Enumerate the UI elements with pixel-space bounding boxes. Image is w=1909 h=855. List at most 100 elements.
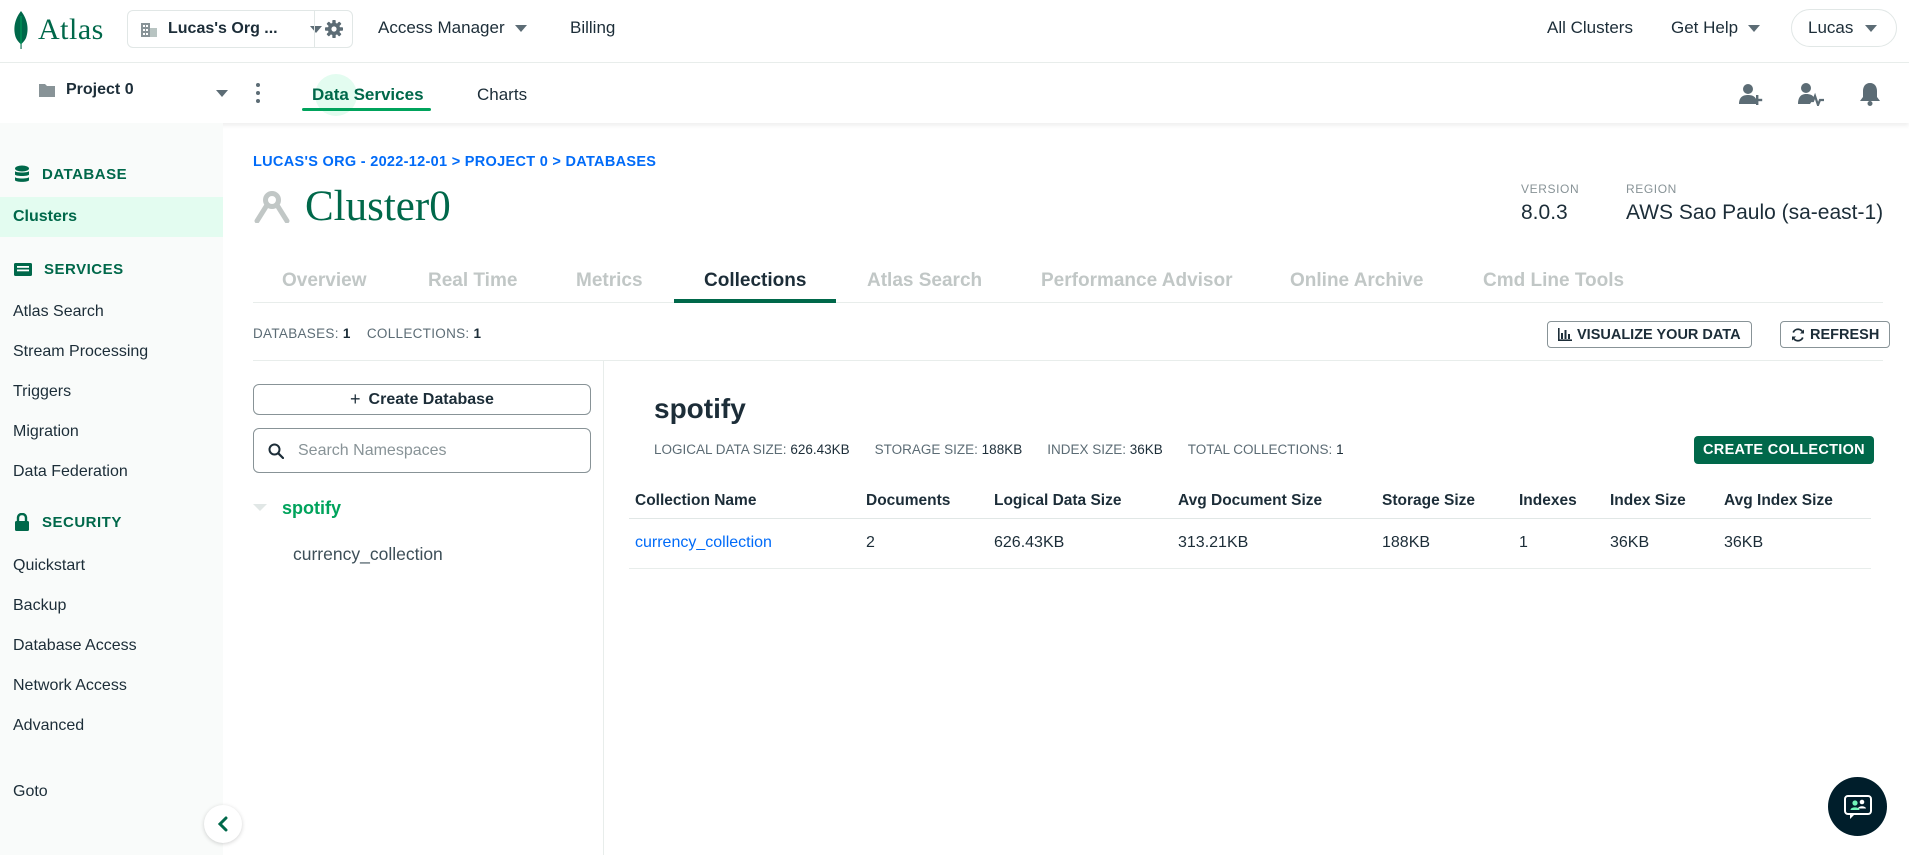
add-user-icon[interactable] [1739, 82, 1763, 106]
search-namespaces-input[interactable] [298, 441, 578, 460]
sidebar-security-header: SECURITY [42, 513, 122, 531]
col-header-documents[interactable]: Documents [860, 484, 988, 519]
sidebar-item-clusters[interactable]: Clusters [0, 197, 223, 237]
stat-label: TOTAL COLLECTIONS: [1187, 442, 1333, 457]
cell-documents: 2 [860, 518, 988, 569]
stat-logical-size: LOGICAL DATA SIZE: 626.43KB [654, 442, 850, 457]
col-header-storage-size[interactable]: Storage Size [1376, 484, 1513, 519]
sidebar-item-migration[interactable]: Migration [13, 423, 79, 441]
col-header-collection-name[interactable]: Collection Name [629, 484, 860, 519]
create-database-button[interactable]: + Create Database [253, 384, 591, 415]
tab-atlas-search[interactable]: Atlas Search [867, 270, 982, 292]
cluster-icon [254, 190, 290, 223]
version-value: 8.0.3 [1521, 201, 1568, 224]
collapse-sidebar-button[interactable] [204, 805, 242, 843]
sidebar-item-database-access[interactable]: Database Access [13, 637, 137, 655]
collection-name-link[interactable]: currency_collection [629, 518, 860, 569]
tab-performance-advisor[interactable]: Performance Advisor [1041, 270, 1232, 292]
billing-link[interactable]: Billing [570, 18, 615, 38]
region-label: REGION [1626, 182, 1677, 196]
org-selector[interactable]: Lucas's Org ... [127, 10, 353, 48]
refresh-button[interactable]: REFRESH [1780, 321, 1891, 348]
col-header-avg-index-size[interactable]: Avg Index Size [1718, 484, 1871, 519]
project-options-button[interactable] [254, 83, 262, 103]
bell-icon[interactable] [1859, 82, 1881, 106]
chat-support-button[interactable] [1828, 777, 1887, 836]
breadcrumb[interactable]: LUCAS'S ORG - 2022-12-01 > PROJECT 0 > D… [253, 154, 656, 170]
stat-storage-size: STORAGE SIZE: 188KB [875, 442, 1023, 457]
sidebar-item-goto[interactable]: Goto [13, 783, 48, 801]
sidebar-item-advanced[interactable]: Advanced [13, 717, 84, 735]
sidebar-item-triggers[interactable]: Triggers [13, 383, 71, 401]
version-label: VERSION [1521, 182, 1580, 196]
access-manager-menu[interactable]: Access Manager [378, 18, 527, 38]
cell-index-size: 36KB [1604, 518, 1718, 569]
tree-collection-item[interactable]: currency_collection [293, 544, 443, 565]
org-settings-button[interactable] [314, 11, 352, 47]
tree-database-spotify[interactable]: spotify [282, 498, 341, 519]
visualize-data-button[interactable]: VISUALIZE YOUR DATA [1547, 321, 1752, 348]
tab-online-archive[interactable]: Online Archive [1290, 270, 1423, 292]
active-tab-indicator [302, 108, 431, 111]
get-help-menu[interactable]: Get Help [1671, 18, 1761, 38]
sidebar-item-data-federation[interactable]: Data Federation [13, 463, 128, 481]
chevron-down-icon [1865, 24, 1878, 32]
stat-index-size: INDEX SIZE: 36KB [1047, 442, 1163, 457]
tab-overview[interactable]: Overview [282, 270, 367, 292]
stat-value: 188KB [981, 442, 1023, 457]
project-selector[interactable]: Project 0 [38, 81, 228, 99]
cell-avg-document-size: 313.21KB [1172, 518, 1376, 569]
refresh-label: REFRESH [1810, 326, 1880, 343]
sidebar-services-header: SERVICES [44, 261, 124, 278]
chevron-down-icon [1748, 24, 1761, 32]
top-bar: Atlas Lucas's Org ... Access Manager Bil… [0, 0, 1909, 63]
cell-avg-index-size: 36KB [1718, 518, 1871, 569]
services-icon [14, 262, 32, 276]
col-header-avg-document-size[interactable]: Avg Document Size [1172, 484, 1376, 519]
atlas-logo[interactable]: Atlas [12, 8, 104, 52]
col-header-index-size[interactable]: Index Size [1604, 484, 1718, 519]
expand-caret-icon[interactable] [253, 504, 267, 511]
tab-collections[interactable]: Collections [704, 270, 806, 292]
cluster-header: Cluster0 [253, 182, 451, 231]
sidebar-item-quickstart[interactable]: Quickstart [13, 557, 85, 575]
tab-cmd-line-tools[interactable]: Cmd Line Tools [1483, 270, 1624, 292]
databases-count: 1 [342, 326, 351, 341]
user-menu[interactable]: Lucas [1791, 9, 1897, 47]
stat-label: STORAGE SIZE: [874, 442, 978, 457]
collections-count: 1 [473, 326, 482, 341]
access-manager-label: Access Manager [378, 18, 505, 37]
folder-icon [39, 84, 55, 97]
leaf-icon [14, 11, 28, 49]
cluster-name: Cluster0 [305, 183, 451, 230]
tab-real-time[interactable]: Real Time [428, 270, 517, 292]
chevron-left-icon [217, 816, 228, 832]
stat-value: 36KB [1129, 442, 1163, 457]
collections-table: Collection Name Documents Logical Data S… [629, 484, 1871, 569]
database-stats: LOGICAL DATA SIZE: 626.43KB STORAGE SIZE… [654, 442, 1344, 457]
tab-charts[interactable]: Charts [477, 85, 527, 105]
user-activity-icon[interactable] [1798, 82, 1824, 106]
database-icon [15, 165, 29, 182]
sidebar-item-network-access[interactable]: Network Access [13, 677, 127, 695]
col-header-indexes[interactable]: Indexes [1513, 484, 1604, 519]
chevron-down-icon [216, 90, 228, 97]
plus-icon: + [350, 389, 361, 409]
stat-label: LOGICAL DATA SIZE: [654, 442, 787, 457]
sidebar-item-stream-processing[interactable]: Stream Processing [13, 343, 148, 361]
table-header-row: Collection Name Documents Logical Data S… [629, 484, 1871, 519]
content-divider [253, 360, 1883, 361]
visualize-data-label: VISUALIZE YOUR DATA [1577, 326, 1741, 343]
namespace-search [253, 428, 591, 473]
sidebar-item-atlas-search[interactable]: Atlas Search [13, 303, 104, 321]
active-tab-indicator [674, 299, 836, 303]
col-header-logical-data-size[interactable]: Logical Data Size [988, 484, 1172, 519]
tab-metrics[interactable]: Metrics [576, 270, 643, 292]
chat-icon [1843, 794, 1872, 819]
all-clusters-link[interactable]: All Clusters [1547, 18, 1633, 38]
sidebar-item-backup[interactable]: Backup [13, 597, 66, 615]
create-collection-button[interactable]: CREATE COLLECTION [1694, 436, 1874, 464]
lock-icon [15, 513, 29, 531]
tab-data-services[interactable]: Data Services [312, 85, 424, 105]
sidebar-database-header: DATABASE [42, 165, 128, 183]
